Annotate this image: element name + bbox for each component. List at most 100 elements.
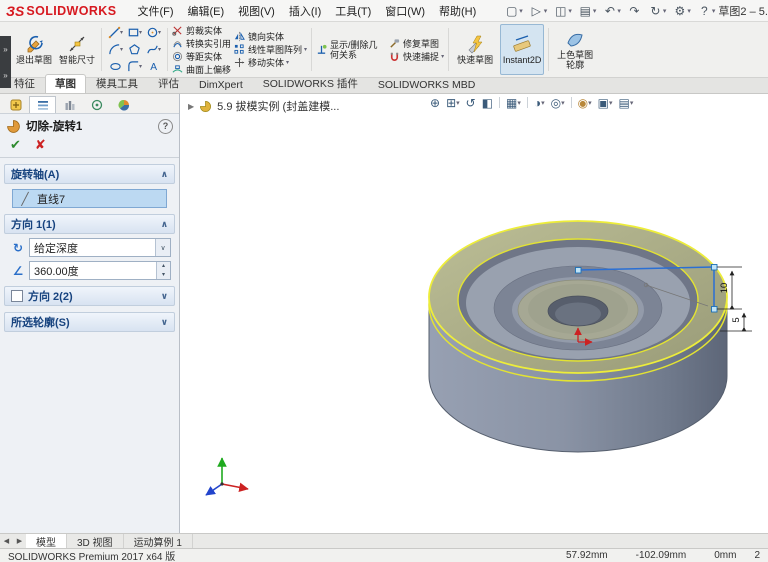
mirror-entities-button[interactable]: 镜向实体 (234, 31, 307, 43)
ellipse-tool-button[interactable] (106, 58, 125, 75)
menu-view[interactable]: 视图(V) (231, 3, 282, 19)
bottom-tab-model[interactable]: 模型 (26, 534, 67, 549)
sketch-handle[interactable] (575, 267, 582, 274)
tab-solidworks-mbd[interactable]: SOLIDWORKS MBD (368, 77, 485, 93)
line-tool-button[interactable]: ▾ (106, 24, 125, 41)
caret-icon: ▾ (519, 7, 523, 15)
sketch-text-tool-button[interactable]: A (144, 58, 163, 75)
tab-evaluate[interactable]: 评估 (148, 74, 189, 93)
arc-tool-button[interactable]: ▾ (106, 41, 125, 58)
axis-of-revolution-section-header[interactable]: 旋转轴(A) ∧ (4, 164, 175, 184)
instant2d-button[interactable]: Instant2D (500, 24, 545, 75)
propertymanager-icon (37, 101, 48, 110)
save-button[interactable]: ◫ ▾ (550, 4, 575, 18)
displaymanager-tab[interactable] (110, 96, 137, 113)
direction2-checkbox[interactable] (11, 290, 23, 302)
graphics-viewport[interactable]: ▶ 5.9 拔模实例 (封盖建模... ⊕ ⊞ ▾ ↺ ◧ ▦ ▾ ◑ ▾ ◎ ▾ ◉ ▾… (180, 94, 768, 533)
help-icon[interactable]: ? (158, 118, 173, 134)
shaded-sketch-contours-button[interactable]: 上色草图轮廓 (553, 24, 597, 75)
display-style-button[interactable]: ◑ ▾ (532, 96, 547, 110)
model-3d-view[interactable]: 10 5 (180, 94, 768, 533)
breadcrumb-arrow-icon[interactable]: ▶ (188, 102, 194, 111)
apply-scene-button[interactable]: ▣ ▾ (596, 96, 615, 110)
angle-spinner[interactable]: ▴ ▾ (156, 262, 170, 279)
previous-view-icon: ↺ (465, 95, 476, 110)
rebuild-button[interactable]: ↻ ▾ (645, 4, 670, 18)
dimxpertmanager-tab[interactable] (83, 96, 110, 113)
axis-selection-box[interactable]: ╱ 直线7 (12, 189, 167, 208)
direction2-section-header[interactable]: 方向 2(2) ∨ (4, 286, 175, 306)
direction1-section-header[interactable]: 方向 1(1) ∧ (4, 214, 175, 234)
menu-help[interactable]: 帮助(H) (432, 3, 483, 19)
chevron-down-icon[interactable]: ∨ (155, 239, 170, 256)
smart-dimension-button[interactable]: 智能尺寸 (57, 24, 97, 75)
selected-contours-section-header[interactable]: 所选轮廓(S) ∨ (4, 312, 175, 332)
cancel-button[interactable]: ✘ (35, 137, 46, 153)
tab-solidworks-addins[interactable]: SOLIDWORKS 插件 (253, 74, 368, 93)
previous-view-button[interactable]: ↺ (464, 96, 478, 110)
offset-entities-button[interactable]: 等距实体 (172, 50, 231, 62)
tab-scroll-left-button[interactable]: ◀ (0, 534, 13, 548)
tab-mold-tools[interactable]: 模具工具 (86, 74, 148, 93)
tab-sketch[interactable]: 草图 (45, 74, 86, 93)
print-button[interactable]: ▤ ▾ (575, 4, 600, 18)
move-entities-button[interactable]: 移动实体 ▾ (234, 57, 307, 69)
trim-entities-label: 剪裁实体 (186, 25, 223, 36)
dimension-5-text: 5 (731, 317, 742, 322)
undo-button[interactable]: ↶ ▾ (599, 4, 624, 18)
repair-sketch-button[interactable]: 修复草图 (389, 37, 444, 49)
collapsed-toolbar-strip[interactable]: » » (0, 36, 11, 88)
spin-down-icon[interactable]: ▾ (157, 270, 170, 279)
angle-input[interactable]: 360.00度 ▴ ▾ (29, 261, 171, 280)
hide-show-items-button[interactable]: ◎ ▾ (549, 96, 567, 110)
bottom-tab-3d-views[interactable]: 3D 视图 (67, 534, 124, 549)
sketch-fillet-tool-button[interactable]: ▾ (125, 58, 144, 75)
tab-scroll-right-button[interactable]: ▶ (13, 534, 26, 548)
new-icon: ▢ (506, 3, 518, 18)
options-button[interactable]: ⚙ ▾ (669, 4, 694, 18)
new-document-button[interactable]: ▢ ▾ (501, 4, 526, 18)
zoom-fit-button[interactable]: ⊕ (428, 96, 442, 110)
linear-sketch-pattern-button[interactable]: 线性草图阵列 ▾ (234, 44, 307, 56)
circle-tool-button[interactable]: ▾ (144, 24, 163, 41)
open-button[interactable]: ▷ ▾ (526, 4, 551, 18)
sketch-handle[interactable] (711, 264, 718, 271)
convert-entities-button[interactable]: 转换实引用 (172, 37, 231, 49)
rapid-sketch-button[interactable]: 快速草图 (453, 24, 497, 75)
view-orientation-button[interactable]: ▦ ▾ (504, 96, 523, 110)
view-settings-button[interactable]: ▤ ▾ (617, 96, 636, 110)
menu-tools[interactable]: 工具(T) (328, 3, 378, 19)
tab-dimxpert[interactable]: DimXpert (189, 77, 253, 93)
exit-sketch-button[interactable]: 退出草图 (14, 24, 54, 75)
caret-icon: ▾ (157, 30, 161, 36)
propertymanager-tab[interactable] (29, 96, 56, 113)
configurationmanager-tab[interactable] (56, 96, 83, 113)
edit-appearance-button[interactable]: ◉ ▾ (576, 96, 594, 110)
quick-snaps-button[interactable]: 快速捕捉 ▾ (389, 50, 444, 62)
featuremanager-tab[interactable] (2, 96, 29, 113)
coordinate-x: 57.92mm (565, 550, 608, 561)
revolve-direction-icon[interactable]: ↻ (10, 241, 26, 255)
flyout-arrow-icon: » (3, 44, 8, 54)
display-delete-relations-button[interactable]: 显示/删除几何关系 (316, 24, 386, 75)
menu-file[interactable]: 文件(F) (130, 3, 180, 19)
bottom-tab-motion-study[interactable]: 运动算例 1 (124, 534, 193, 549)
breadcrumb[interactable]: ▶ 5.9 拔模实例 (封盖建模... (188, 98, 339, 114)
menu-edit[interactable]: 编辑(E) (181, 3, 232, 19)
section-view-button[interactable]: ◧ (480, 96, 495, 110)
shaded-contours-icon (567, 33, 583, 47)
end-condition-dropdown[interactable]: 给定深度 ∨ (29, 238, 171, 257)
zoom-area-button[interactable]: ⊞ ▾ (444, 96, 462, 110)
polygon-tool-button[interactable] (125, 41, 144, 58)
spline-tool-button[interactable]: ▾ (144, 41, 163, 58)
ok-button[interactable]: ✔ (10, 137, 21, 153)
help-button[interactable]: ? ▾ (694, 4, 719, 18)
menu-window[interactable]: 窗口(W) (378, 3, 432, 19)
menu-insert[interactable]: 插入(I) (282, 3, 328, 19)
caret-icon: ▾ (304, 47, 308, 53)
sketch-handle[interactable] (711, 306, 718, 313)
spin-up-icon[interactable]: ▴ (157, 262, 170, 271)
trim-entities-button[interactable]: 剪裁实体 (172, 24, 231, 36)
redo-button[interactable]: ↷ (624, 4, 645, 18)
rectangle-tool-button[interactable]: ▾ (125, 24, 144, 41)
